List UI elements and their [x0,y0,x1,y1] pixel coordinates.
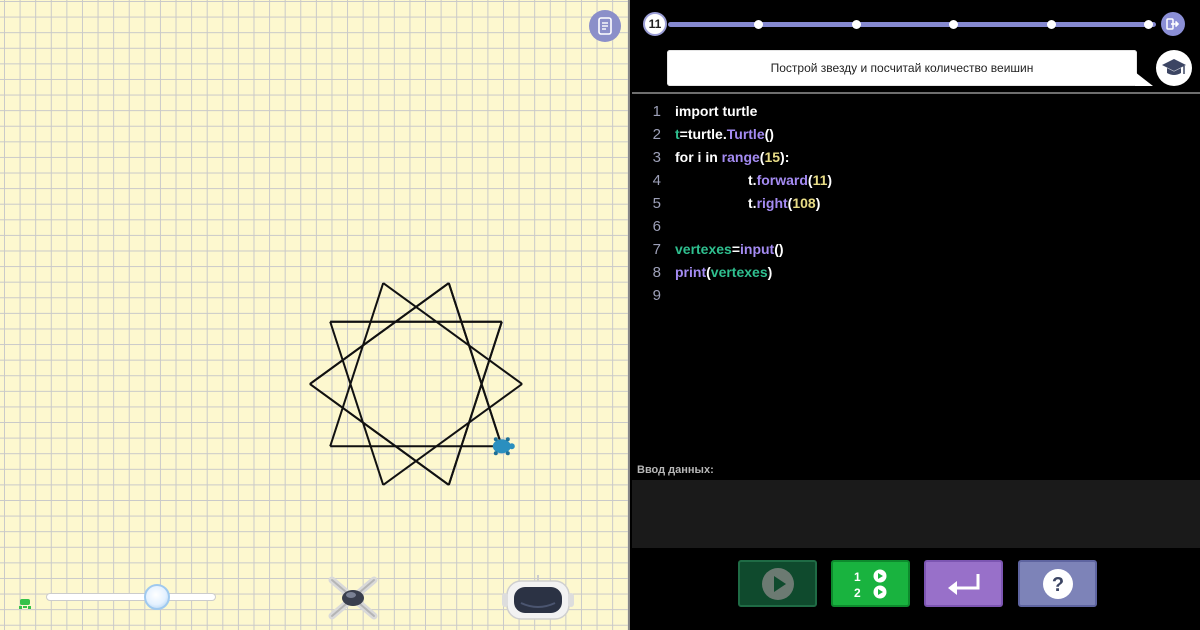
progress-dot [851,20,861,29]
editor-divider [632,92,1200,94]
hint-teacher-button[interactable] [1156,50,1192,86]
code-token: () [774,241,784,257]
editor-panel: 11 Построй звезду и посчитай количество … [632,0,1200,630]
toggle-turtle-button[interactable] [501,573,575,623]
step-by-step-icon: 1 2 [854,569,886,600]
exit-button[interactable] [1161,12,1185,36]
turtle-icon [492,437,515,456]
robot-head-icon [502,575,574,620]
code-line[interactable]: 7 vertexes=input() [632,238,1200,261]
progress-dot [1144,20,1153,29]
help-button[interactable]: ? [1018,560,1097,607]
code-token: ) [815,195,821,211]
code-token: vertexes [710,264,768,280]
code-token: ) [827,172,833,188]
current-level-badge: 11 [643,12,667,36]
line-number: 1 [652,103,661,120]
code-text[interactable]: t=turtle.Turtle() [675,123,774,146]
code-token: t. [748,172,757,188]
speech-bubble-tail [1135,72,1153,86]
code-token: Turtle [726,126,765,142]
code-token: import turtle [675,103,758,119]
crossed-brushes-icon [328,576,378,620]
speed-turtle-icon [19,599,31,609]
task-description: Построй звезду и посчитай количество веи… [667,50,1137,86]
code-token: input [740,241,775,257]
progress-dot [754,20,763,29]
code-token: right [756,195,788,211]
play-icon [761,567,794,600]
level-progress: 11 [632,0,1200,48]
graduation-cap-icon [1162,59,1186,75]
code-text[interactable]: import turtle [675,100,757,123]
code-editor[interactable]: 1 import turtle 2 t=turtle.Turtle() 3 for i i… [632,100,1200,460]
step-run-button[interactable]: 1 2 [831,560,910,607]
code-text[interactable]: print(vertexes) [675,261,772,284]
code-line[interactable]: 3 for i in range(15): [632,146,1200,169]
line-number: 3 [652,149,661,166]
code-line[interactable]: 6 [632,215,1200,238]
line-number: 5 [652,195,661,212]
step-label-2: 2 [854,586,861,600]
code-line[interactable]: 4 t.forward(11) [632,169,1200,192]
code-line[interactable]: 1 import turtle [632,100,1200,123]
code-token: vertexes [675,241,732,257]
input-label: Ввод данных: [637,464,714,476]
code-token: t. [748,195,757,211]
code-token: 108 [792,195,816,211]
code-line[interactable]: 9 [632,284,1200,307]
code-token: 15 [764,149,781,165]
task-document-button[interactable] [589,10,621,42]
code-token: () [764,126,774,142]
code-token: for i in [675,149,722,165]
code-text[interactable]: vertexes=input() [675,238,784,261]
turtle-path-segment [382,383,523,486]
speed-slider-thumb[interactable] [143,584,170,610]
step-label-1: 1 [854,570,861,584]
run-button[interactable] [738,560,817,607]
code-line[interactable]: 8 print(vertexes) [632,261,1200,284]
code-text[interactable]: for i in range(15): [675,146,789,169]
return-arrow-icon [947,573,979,595]
turtle-path-segment [382,282,523,385]
code-text[interactable]: t.forward(11) [748,169,832,192]
code-token: print [675,264,707,280]
program-input-field[interactable] [632,480,1200,548]
code-text[interactable]: t.right(108) [748,192,820,215]
line-number: 9 [652,287,661,304]
progress-track [668,22,1156,27]
line-number: 4 [652,172,661,189]
document-scroll-icon [598,17,612,35]
code-token: 11 [812,172,828,188]
turtle-path-segment [309,383,450,486]
code-token: ): [780,149,790,165]
progress-dot [949,20,958,29]
exit-icon [1166,18,1180,30]
code-token: =turtle. [679,126,727,142]
code-token: forward [756,172,808,188]
code-token: range [721,149,760,165]
progress-dot [1046,20,1056,29]
turtle-canvas [0,0,630,630]
code-token: ) [767,264,773,280]
reset-button[interactable] [924,560,1003,607]
speed-slider[interactable] [46,584,216,610]
code-token: = [731,241,741,257]
line-number: 2 [652,126,661,143]
line-number: 6 [652,218,661,235]
clear-canvas-button[interactable] [324,574,382,622]
question-icon: ? [1042,568,1073,599]
line-number: 7 [652,241,661,258]
svg-text:?: ? [1051,574,1063,596]
code-line[interactable]: 2 t=turtle.Turtle() [632,123,1200,146]
code-line[interactable]: 5 t.right(108) [632,192,1200,215]
speed-slider-track[interactable] [46,593,216,601]
turtle-path-segment [309,282,450,385]
line-number: 8 [652,264,661,281]
turtle-drawing [309,282,523,486]
